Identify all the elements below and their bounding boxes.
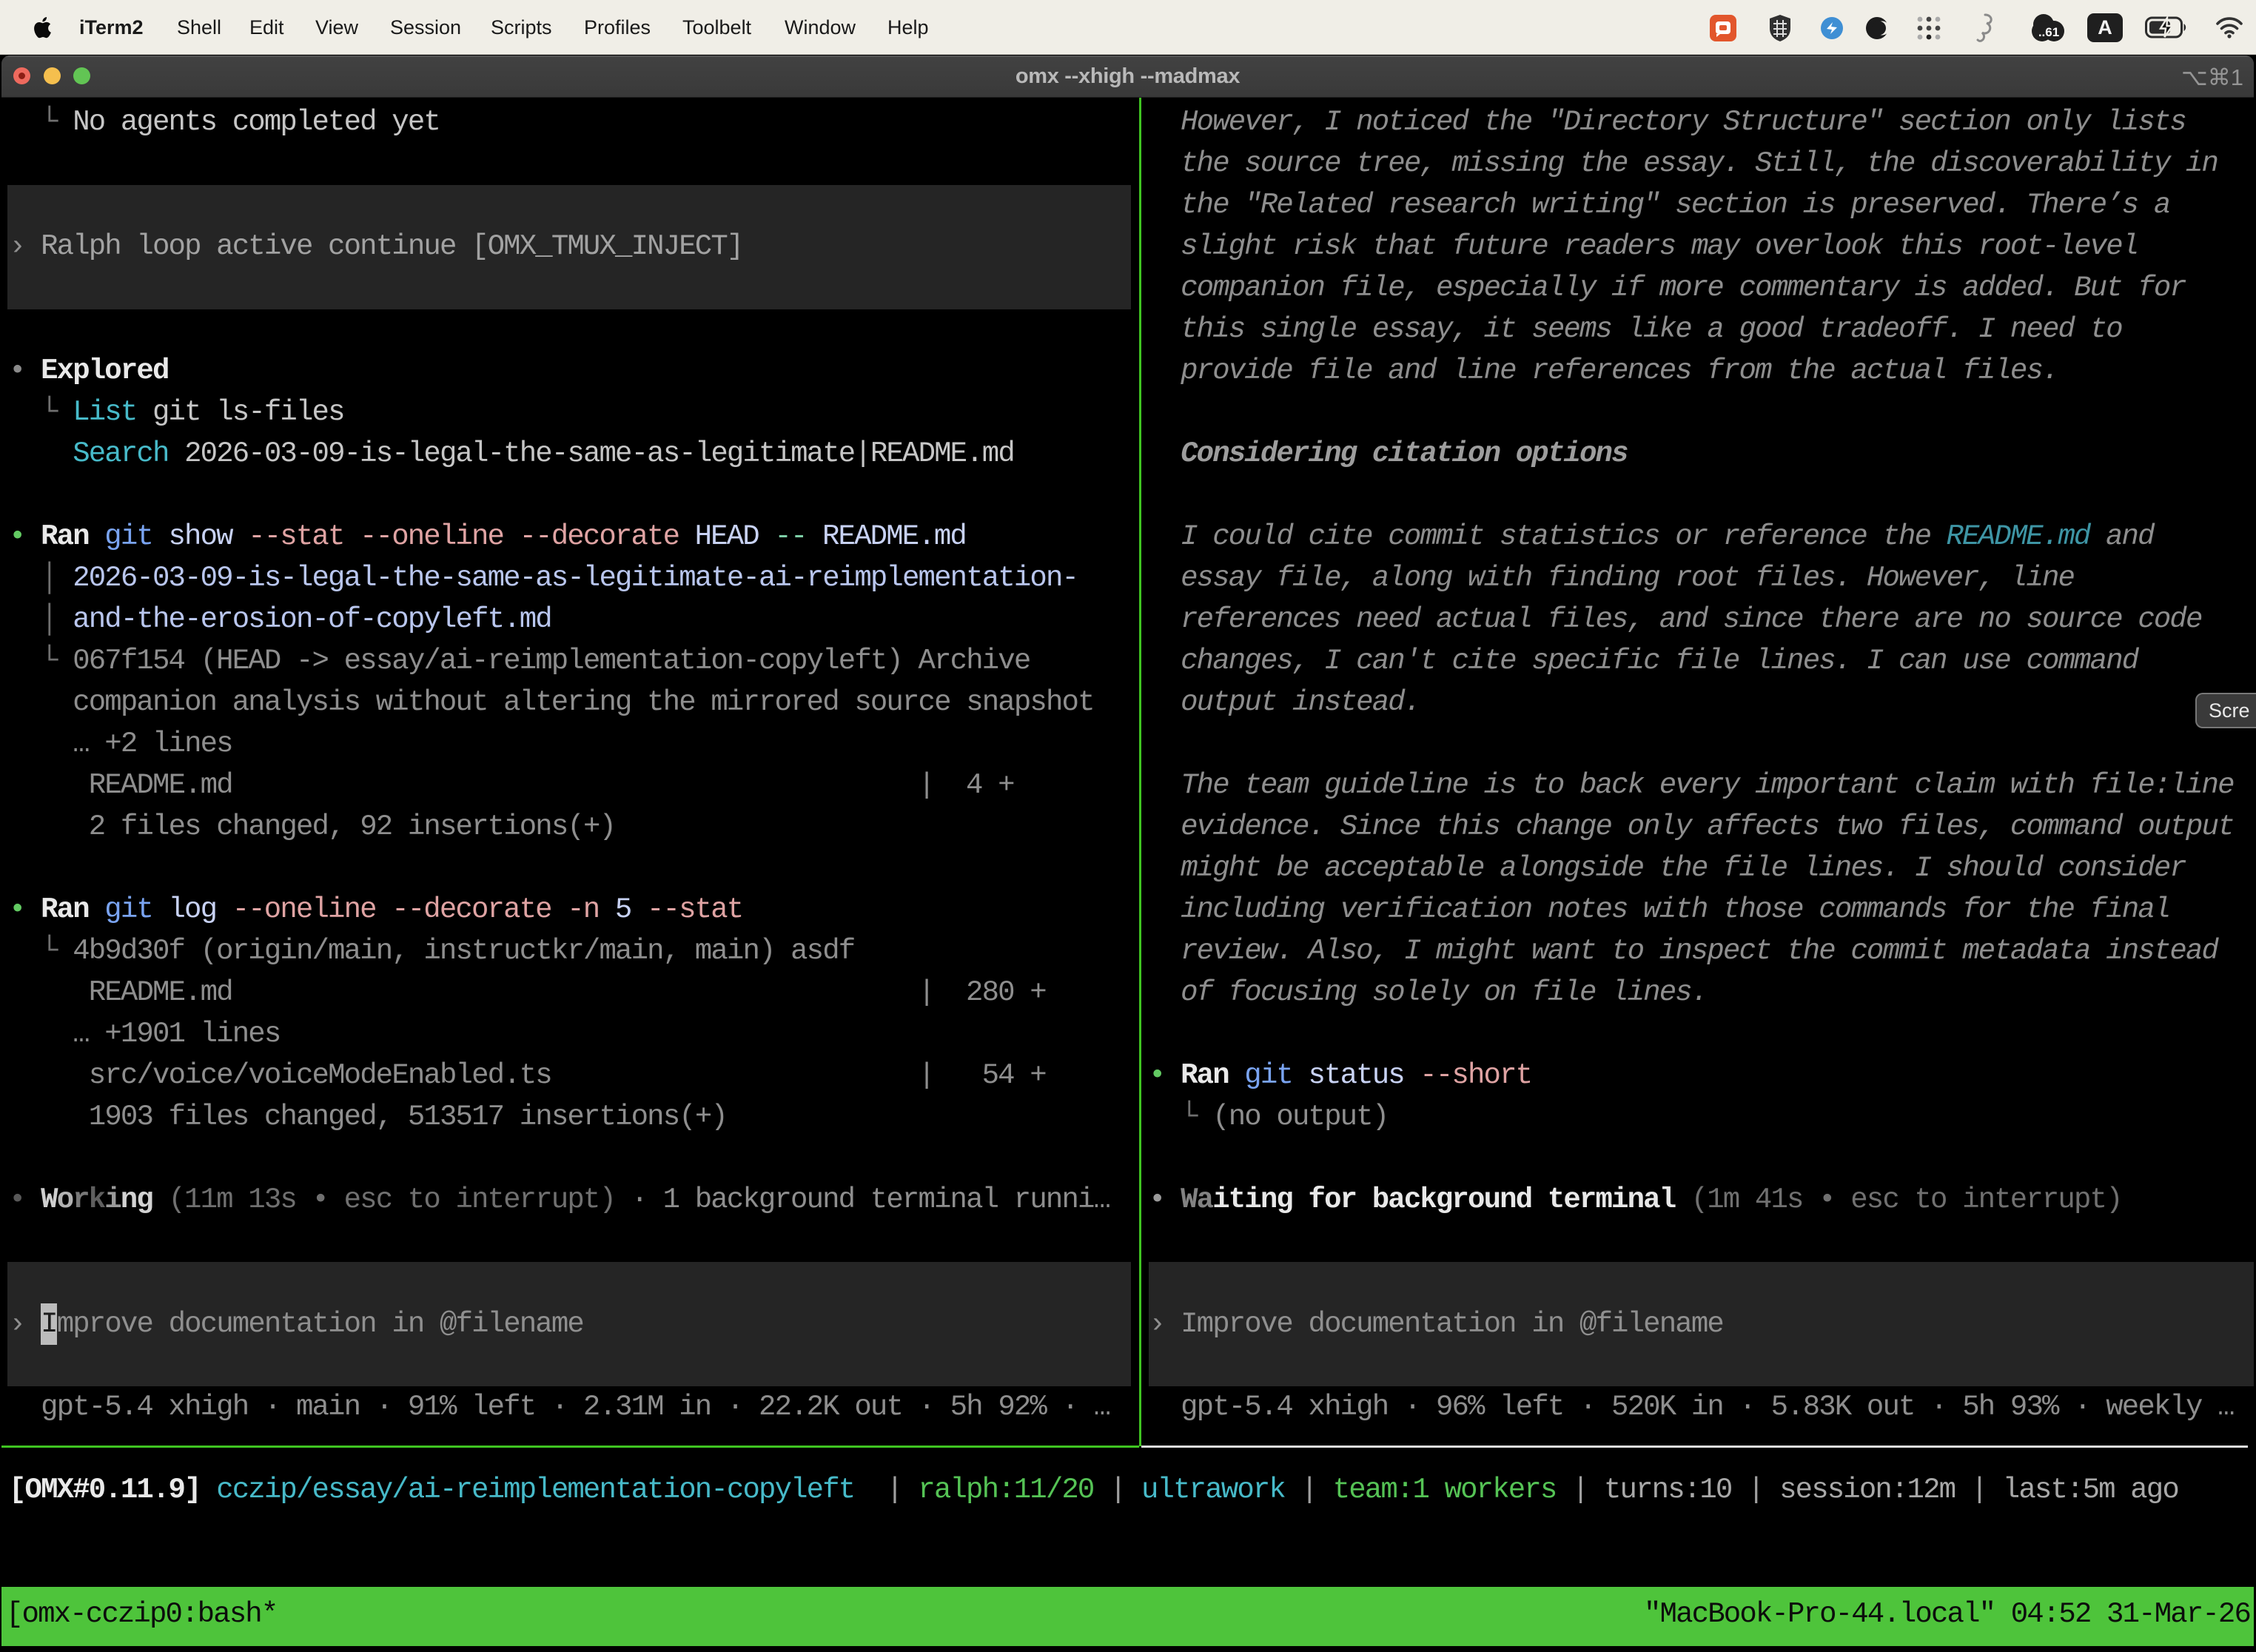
svg-text:..61: ..61 bbox=[2038, 25, 2059, 39]
